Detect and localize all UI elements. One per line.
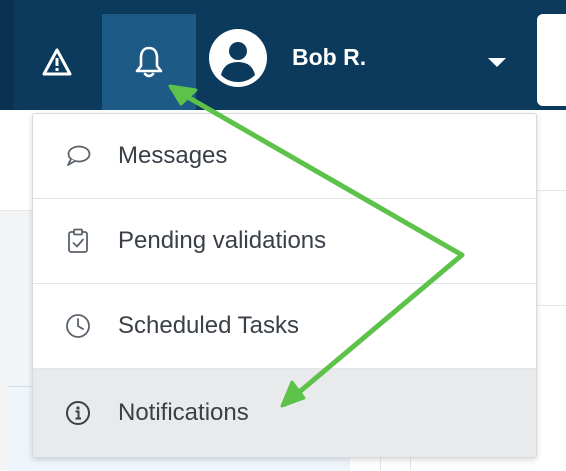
menu-item-scheduled-tasks[interactable]: Scheduled Tasks [33, 284, 536, 369]
user-dropdown-menu: Messages Pending validations Scheduled T… [32, 113, 537, 458]
menu-item-label: Messages [118, 142, 228, 169]
menu-item-messages[interactable]: Messages [33, 114, 536, 199]
user-avatar-icon [209, 29, 267, 87]
clock-icon [63, 311, 93, 341]
background-divider [535, 305, 566, 306]
menu-item-notifications[interactable]: Notifications [33, 369, 536, 457]
bell-icon [135, 46, 163, 78]
background-divider [380, 456, 381, 470]
background-divider [535, 190, 566, 191]
alerts-button[interactable] [14, 14, 100, 110]
menu-item-pending-validations[interactable]: Pending validations [33, 199, 536, 284]
background-divider [0, 210, 32, 211]
top-navigation-bar: Bob R. [0, 0, 566, 110]
search-field-edge[interactable] [537, 14, 566, 106]
warning-icon [42, 48, 72, 76]
user-avatar[interactable] [208, 28, 268, 88]
chat-bubble-icon [63, 141, 93, 171]
info-circle-icon [63, 398, 93, 428]
topbar-edge [0, 0, 14, 110]
menu-item-label: Notifications [118, 399, 249, 426]
notifications-bell-button[interactable] [102, 14, 196, 110]
caret-down-icon[interactable] [488, 58, 506, 67]
menu-item-label: Pending validations [118, 227, 327, 254]
background-divider [410, 456, 411, 470]
clipboard-check-icon [63, 226, 93, 256]
menu-item-label: Scheduled Tasks [118, 312, 300, 339]
user-name[interactable]: Bob R. [292, 44, 366, 71]
